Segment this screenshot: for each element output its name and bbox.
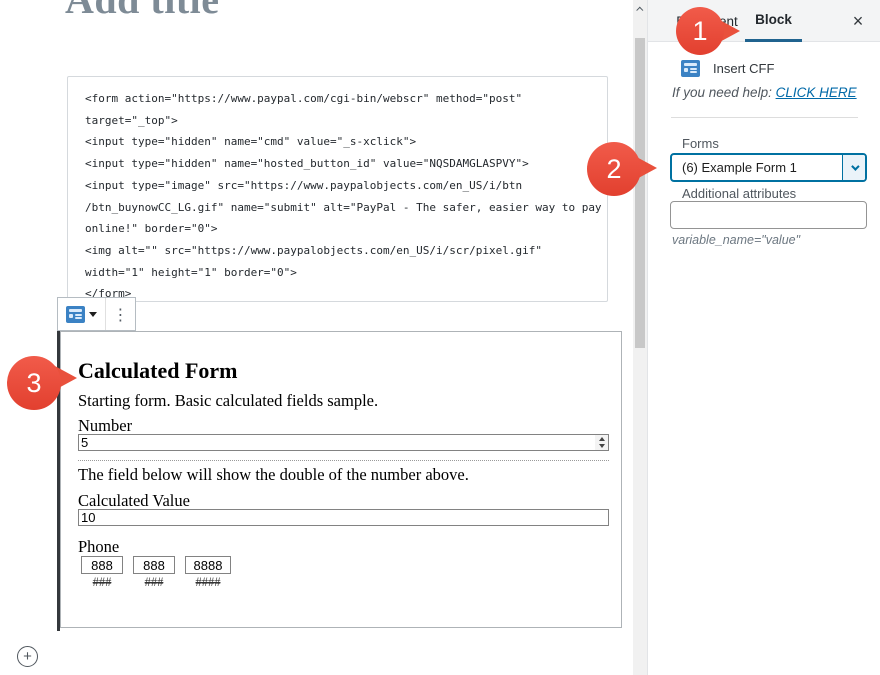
- phone-hint: ###: [133, 575, 175, 590]
- code-line: <input type="image" src="https://www.pay…: [85, 175, 590, 197]
- code-line: <img alt="" src="https://www.paypalobjec…: [85, 240, 590, 262]
- calculated-field-input[interactable]: [78, 509, 609, 526]
- calculated-field-label: Calculated Value: [78, 491, 190, 511]
- code-line: <input type="hidden" name="cmd" value="_…: [85, 131, 590, 153]
- forms-label: Forms: [682, 136, 719, 151]
- code-line: </form>: [85, 283, 590, 302]
- phone-part-1-input[interactable]: [81, 556, 123, 574]
- forms-select[interactable]: (6) Example Form 1: [670, 153, 867, 182]
- phone-inputs: [81, 556, 231, 574]
- select-chevron-area: [842, 155, 865, 180]
- number-field-input[interactable]: [78, 434, 609, 451]
- code-line: online!" border="0">: [85, 218, 590, 240]
- settings-sidebar: Document Block × Insert CFF If you need …: [647, 0, 880, 675]
- spinner-up-icon: [599, 437, 605, 441]
- block-card: Insert CFF: [681, 60, 774, 77]
- callout-number: 2: [587, 142, 641, 196]
- dropdown-arrow-icon: [89, 312, 97, 317]
- scroll-up-icon: [636, 6, 643, 13]
- sidebar-divider: [671, 117, 858, 118]
- code-line: <form action="https://www.paypal.com/cgi…: [85, 88, 590, 110]
- help-prefix: If you need help:: [672, 85, 776, 100]
- attributes-hint: variable_name="value": [672, 233, 800, 247]
- form-description: Starting form. Basic calculated fields s…: [78, 391, 378, 411]
- phone-part-2-input[interactable]: [133, 556, 175, 574]
- close-sidebar-button[interactable]: ×: [845, 8, 871, 34]
- help-text: If you need help: CLICK HERE: [672, 85, 857, 100]
- cff-form-preview-block[interactable]: Calculated Form Starting form. Basic cal…: [60, 331, 622, 628]
- form-title: Calculated Form: [78, 358, 237, 384]
- callout-2: 2: [587, 142, 641, 196]
- code-line: target="_top">: [85, 110, 590, 132]
- callout-number: 1: [676, 7, 724, 55]
- scroll-up-button[interactable]: [633, 3, 647, 15]
- chevron-down-icon: [851, 162, 859, 170]
- code-line: /btn_buynowCC_LG.gif" name="submit" alt=…: [85, 197, 590, 219]
- phone-part-3-input[interactable]: [185, 556, 231, 574]
- block-options-button[interactable]: ⋮: [106, 298, 135, 330]
- callout-1: 1: [676, 7, 724, 55]
- forms-selected-value: (6) Example Form 1: [682, 155, 797, 180]
- cff-block-icon: [66, 306, 85, 323]
- tab-block[interactable]: Block: [745, 0, 802, 42]
- callout-number: 3: [7, 356, 61, 410]
- editor-screen: Add title <form action="https://www.payp…: [0, 0, 880, 675]
- number-spinner[interactable]: [595, 435, 608, 450]
- cff-block-icon: [681, 60, 700, 77]
- post-title-input[interactable]: Add title: [65, 0, 220, 23]
- cff-code-editor[interactable]: <form action="https://www.paypal.com/cgi…: [67, 76, 608, 302]
- phone-hint: ####: [185, 575, 231, 590]
- callout-3: 3: [7, 356, 61, 410]
- help-link[interactable]: CLICK HERE: [776, 85, 857, 100]
- middle-html-text: The field below will show the double of …: [78, 465, 469, 485]
- field-divider: [78, 460, 609, 461]
- block-toolbar: ⋮: [57, 297, 136, 331]
- change-block-type-button[interactable]: [58, 298, 105, 330]
- add-block-button[interactable]: +: [17, 646, 38, 667]
- code-line: <input type="hidden" name="hosted_button…: [85, 153, 590, 175]
- phone-format-hints: ### ### ####: [81, 575, 231, 590]
- additional-attributes-input[interactable]: [670, 201, 867, 229]
- code-line: width="1" height="1" border="0">: [85, 262, 590, 284]
- spinner-down-icon: [599, 444, 605, 448]
- block-card-title: Insert CFF: [713, 61, 774, 76]
- number-field-label: Number: [78, 416, 132, 436]
- phone-field-label: Phone: [78, 537, 119, 557]
- editor-scrollbar[interactable]: [633, 0, 647, 675]
- phone-hint: ###: [81, 575, 123, 590]
- additional-attributes-label: Additional attributes: [682, 186, 796, 201]
